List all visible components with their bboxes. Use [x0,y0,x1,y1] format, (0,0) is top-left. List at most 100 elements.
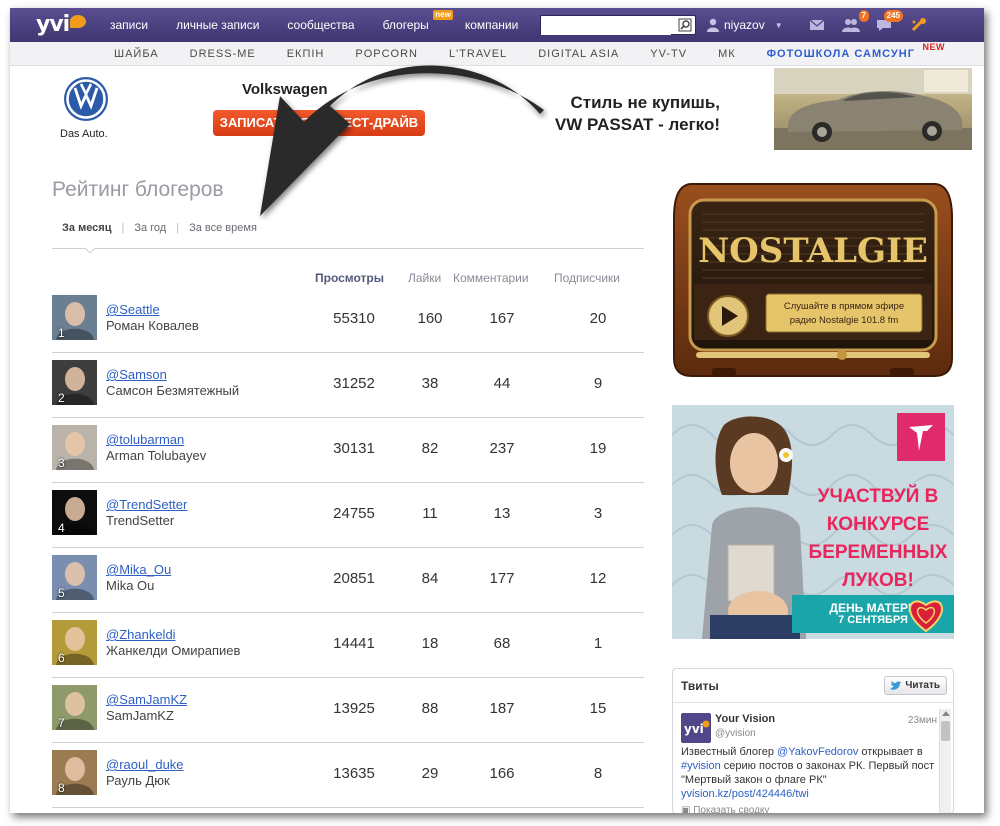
friends-badge: 7 [858,10,869,22]
scrollbar-thumb[interactable] [941,721,950,741]
subscribers-value: 15 [589,700,607,717]
tweet-avatar[interactable]: yvi [681,713,711,743]
subnav-mk[interactable]: МК [718,48,736,60]
tab-year[interactable]: За год [134,222,166,234]
t-logo-icon [909,425,933,451]
table-row: 2 @Samson Самсон Безмятежный 31252 38 44… [52,353,644,418]
rank-number: 2 [58,391,65,405]
rank-number: 7 [58,716,65,730]
comments-value: 13 [493,505,511,522]
nav-posts[interactable]: записи [110,18,148,32]
tabs-divider [52,248,644,249]
site-logo[interactable]: yvi [36,12,87,37]
table-row: 8 @raoul_duke Рауль Дюк 13635 29 166 8 [52,743,644,808]
likes-value: 88 [421,700,439,717]
blogger-handle[interactable]: @Mika_Ou [106,562,171,577]
blogger-handle[interactable]: @Seattle [106,302,160,317]
follow-button[interactable]: Читать [884,676,947,695]
tweet-expand-label: Показать сводку [693,805,770,813]
browser-frame: yvi записи личные записи сообщества блог… [10,8,984,813]
tab-all-time[interactable]: За все время [189,222,257,234]
tweet-link[interactable]: yvision.kz/post/424446/twi [681,788,809,800]
rank-number: 5 [58,586,65,600]
mail-button[interactable] [807,17,827,33]
subnav-samsung-photo[interactable]: ФОТОШКОЛА САМСУНГ NEW [766,42,945,60]
rank-number: 6 [58,651,65,665]
tab-separator: | [121,222,125,234]
table-row: 5 @Mika_Ou Mika Ou 20851 84 177 12 [52,548,644,613]
likes-value: 11 [422,505,438,522]
blogger-name: Рауль Дюк [106,773,170,788]
likes-value: 29 [421,765,439,782]
search-input[interactable] [541,17,671,35]
tweet-text-part: открывает в [858,746,923,758]
column-views[interactable]: Просмотры [315,271,384,285]
vw-caption: Das Auto. [60,128,108,140]
messages-button[interactable]: 245 [875,10,903,33]
twitter-widget: Твиты Читать yvi Your Vision @yvision 23… [672,668,954,813]
nav-personal-posts[interactable]: личные записи [176,18,259,32]
blogger-handle[interactable]: @Zhankeldi [106,627,176,642]
period-tabs: За месяц | За год | За все время [62,222,257,234]
blogger-name: Самсон Безмятежный [106,383,240,398]
promo-line3: БЕРЕМЕННЫХ [808,542,948,563]
blogger-name: TrendSetter [106,513,175,528]
pregnancy-contest-ad[interactable]: УЧАСТВУЙ В КОНКУРСЕ БЕРЕМЕННЫХ ЛУКОВ! ДЕ… [672,405,954,639]
logo-text: yvi [36,12,70,37]
blogger-handle[interactable]: @raoul_duke [106,757,184,772]
column-subscribers[interactable]: Подписчики [554,271,620,285]
tweet-time[interactable]: 23мин [908,715,937,726]
likes-value: 82 [421,440,439,457]
tweet-screen-name[interactable]: @yvision [715,728,756,739]
tweet-expand[interactable]: ▣ Показать сводку [681,805,769,813]
nav-bloggers-label: блогеры [382,18,429,32]
heart-icon [909,600,943,633]
blogger-handle[interactable]: @TrendSetter [106,497,187,512]
tweet-mention[interactable]: @YakovFedorov [777,746,858,758]
blogger-handle[interactable]: @tolubarman [106,432,184,447]
search-icon[interactable] [678,18,692,32]
nostalgie-radio-ad[interactable]: NOSTALGIE Слушайте в прямом эфире радио … [672,178,954,378]
blogger-handle[interactable]: @Samson [106,367,167,382]
likes-value: 160 [417,310,443,327]
car-illustration [774,68,972,150]
column-likes[interactable]: Лайки [408,271,441,285]
friends-button[interactable]: 7 [841,10,869,33]
main-nav: записи личные записи сообщества блогеры n… [110,8,546,42]
nav-companies[interactable]: компании [465,18,519,32]
table-row: 1 @Seattle Роман Ковалев 55310 160 167 2… [52,288,644,353]
tweet-hashtag[interactable]: #yvision [681,760,721,772]
rank-number: 3 [58,456,65,470]
new-badge: new [433,10,453,20]
messages-badge: 245 [883,10,903,22]
promo-line4: ЛУКОВ! [842,570,914,591]
new-badge: NEW [922,41,945,52]
likes-value: 84 [421,570,439,587]
nav-communities[interactable]: сообщества [287,18,354,32]
yvision-logo-icon: yvi [684,720,710,736]
curved-arrow-annotation [260,65,544,216]
wrench-icon [911,18,926,32]
active-tab-indicator [85,247,95,253]
column-comments[interactable]: Комментарии [453,271,529,285]
table-row: 3 @tolubarman Arman Tolubayev 30131 82 2… [52,418,644,483]
rank-number: 8 [58,781,65,795]
blogger-handle[interactable]: @SamJamKZ [106,692,187,707]
subscribers-value: 9 [593,375,603,392]
follow-label: Читать [905,680,940,691]
tab-month[interactable]: За месяц [62,222,111,234]
subnav-shaiba[interactable]: ШАЙБА [114,48,159,60]
views-value: 13635 [333,765,375,782]
tweet-author[interactable]: Your Vision [715,713,775,725]
scroll-up-icon[interactable] [942,711,950,716]
nav-bloggers[interactable]: блогеры new [382,10,453,32]
likes-value: 18 [421,635,439,652]
subscribers-value: 1 [593,635,603,652]
comments-value: 44 [493,375,511,392]
user-menu[interactable]: niyazov ▼ [707,8,783,42]
subnav-yv-tv[interactable]: YV-TV [650,48,687,60]
tools-button[interactable] [909,17,929,33]
tweets-scrollbar[interactable] [939,709,951,813]
subnav-samsung-label: ФОТОШКОЛА САМСУНГ [766,47,915,60]
tweet-text: Известный блогер @YakovFedorov открывает… [681,745,935,801]
